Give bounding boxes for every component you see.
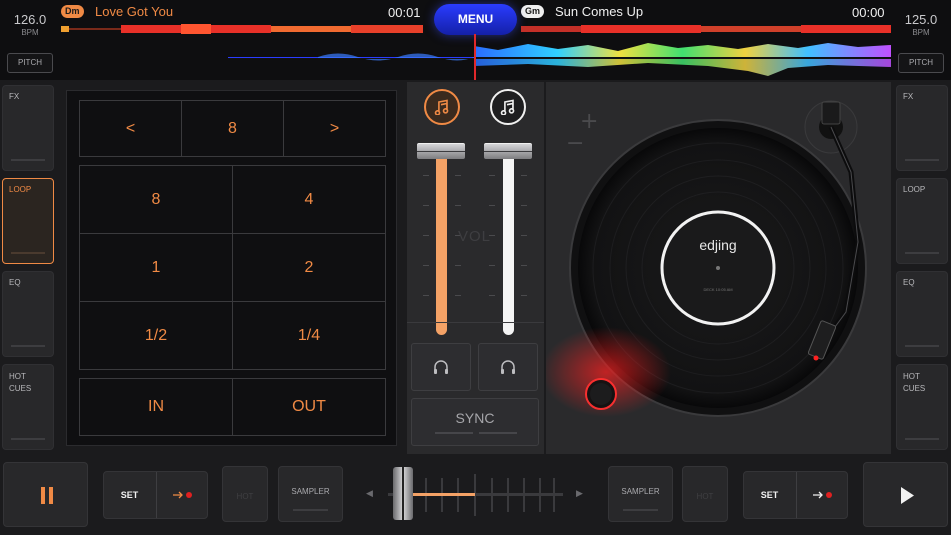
crossfader-right-arrow: ▶ [576, 488, 583, 498]
right-key-badge: Gm [521, 5, 545, 18]
loop-prev-button[interactable]: < [79, 100, 182, 157]
left-bpm-value: 126.0 [13, 12, 47, 27]
left-hot-cues-label: HOT CUES [9, 372, 32, 393]
pause-button[interactable] [3, 462, 88, 527]
play-button[interactable] [863, 462, 948, 527]
top-bar: 126.0 BPM PITCH 125.0 BPM PITCH Dm Love … [0, 0, 951, 80]
right-volume-knob[interactable] [484, 142, 532, 159]
play-icon [901, 487, 914, 504]
left-set-button[interactable]: SET [103, 471, 156, 519]
loop-8-button[interactable]: 8 [79, 165, 233, 234]
vinyl-brand: edjing [699, 237, 736, 253]
left-pitch-button[interactable]: PITCH [7, 53, 53, 73]
right-pitch-button[interactable]: PITCH [898, 53, 944, 73]
right-headphones-button[interactable] [478, 343, 538, 391]
headphones-icon [434, 360, 448, 374]
left-music-note-icon[interactable] [424, 89, 460, 125]
right-eq-label: EQ [903, 278, 915, 287]
playhead [474, 34, 476, 80]
crossfader-knob[interactable] [393, 467, 414, 520]
left-key-badge: Dm [61, 5, 84, 18]
tempo-plus-button[interactable]: + [580, 109, 598, 134]
right-sampler-button[interactable]: SAMPLER [608, 466, 673, 522]
left-loop-button[interactable]: LOOP [2, 178, 54, 264]
crossfader-ticks [388, 474, 563, 516]
left-overview-waveform[interactable] [61, 23, 423, 35]
sync-label: SYNC [455, 410, 495, 426]
left-sampler-label: SAMPLER [291, 487, 330, 496]
loop-half-button[interactable]: 1/2 [79, 301, 233, 370]
menu-button[interactable]: MENU [434, 4, 517, 35]
volume-label: VOL [458, 228, 492, 245]
right-overview-waveform[interactable] [521, 23, 891, 35]
right-set-label: SET [760, 490, 779, 500]
loop-quarter-button[interactable]: 1/4 [232, 301, 386, 370]
right-music-note-icon[interactable] [490, 89, 526, 125]
loop-1-button[interactable]: 1 [79, 233, 233, 302]
main-waveform[interactable] [228, 40, 891, 80]
left-hot-label: HOT [236, 492, 254, 501]
left-eq-label: EQ [9, 278, 21, 287]
right-fx-label: FX [903, 92, 914, 101]
crossfader-left-arrow: ◀ [366, 488, 373, 498]
left-headphones-button[interactable] [411, 343, 471, 391]
right-set-button[interactable]: SET [743, 471, 796, 519]
vinyl-small-label: DECK 10:05 AM [703, 287, 732, 292]
sync-button[interactable]: SYNC [411, 398, 539, 446]
left-bpm-unit: BPM [21, 28, 39, 37]
right-loop-label: LOOP [903, 185, 926, 194]
right-hot-label: HOT [696, 492, 714, 501]
right-fx-button[interactable]: FX [896, 85, 948, 171]
left-hot-cue-button[interactable]: HOT [222, 466, 268, 522]
mixer-divider [407, 322, 544, 323]
right-hot-cues-label: HOT CUES [903, 372, 926, 393]
right-bpm-value: 125.0 [904, 12, 938, 27]
left-loop-label: LOOP [9, 185, 32, 194]
right-cue-arrow-button[interactable] [796, 471, 848, 519]
loop-out-button[interactable]: OUT [232, 378, 386, 436]
arrow-record-icon [173, 491, 192, 499]
right-loop-button[interactable]: LOOP [896, 178, 948, 264]
right-bpm-unit: BPM [912, 28, 930, 37]
loop-length-display: 8 [181, 100, 284, 157]
right-track-time: 00:00 [852, 5, 885, 20]
left-eq-button[interactable]: EQ [2, 271, 54, 357]
tempo-minus-button[interactable]: − [566, 131, 584, 156]
right-track-title: Sun Comes Up [555, 4, 644, 19]
right-sampler-label: SAMPLER [621, 487, 660, 496]
left-track-title: Love Got You [95, 4, 174, 19]
loop-2-button[interactable]: 2 [232, 233, 386, 302]
left-fx-label: FX [9, 92, 20, 101]
right-eq-button[interactable]: EQ [896, 271, 948, 357]
loop-4-button[interactable]: 4 [232, 165, 386, 234]
right-hot-cue-button[interactable]: HOT [682, 466, 728, 522]
headphones-icon [501, 360, 515, 374]
left-track-time: 00:01 [388, 5, 421, 20]
left-fx-button[interactable]: FX [2, 85, 54, 171]
turntable[interactable]: edjing DECK 10:05 AM − + [546, 82, 891, 454]
loop-next-button[interactable]: > [283, 100, 386, 157]
left-sampler-button[interactable]: SAMPLER [278, 466, 343, 522]
pause-icon [41, 487, 53, 504]
right-hot-cues-button[interactable]: HOT CUES [896, 364, 948, 450]
left-volume-fill [436, 150, 447, 335]
edjing-app: 126.0 BPM PITCH 125.0 BPM PITCH Dm Love … [0, 0, 951, 535]
crossfader-track[interactable] [388, 474, 563, 516]
left-cue-arrow-button[interactable] [156, 471, 208, 519]
right-volume-fill [503, 150, 514, 335]
left-volume-knob[interactable] [417, 142, 465, 159]
loop-in-button[interactable]: IN [79, 378, 233, 436]
left-hot-cues-button[interactable]: HOT CUES [2, 364, 54, 450]
arrow-record-icon [813, 491, 832, 499]
left-set-label: SET [120, 490, 139, 500]
